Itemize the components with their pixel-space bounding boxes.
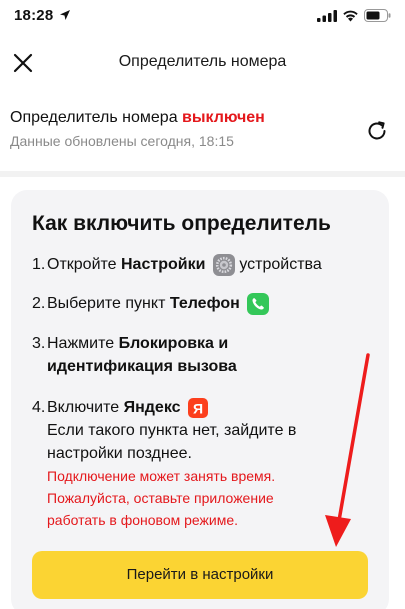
status-heading: Определитель номера выключен [10,109,340,127]
status-label: Определитель номера [10,109,178,126]
step-bold: Телефон [169,295,240,312]
wifi-icon [343,10,358,22]
step-number: 4. [32,399,46,416]
status-updated: Данные обновлены сегодня, 18:15 [10,133,234,149]
instructions-card: Как включить определитель 1. Откройте Нас… [11,190,389,609]
step-text: устройства [234,256,322,273]
card-title: Как включить определитель [32,212,331,235]
status-bar: 18:28 [0,0,405,34]
step-text: Выберите пункт [47,295,170,312]
step-text: настройки позднее. [47,445,192,462]
status-time: 18:28 [14,7,54,24]
step-text: Если такого пункта нет, зайдите в [47,422,297,439]
step-bold: Настройки [121,256,206,273]
caller-id-status: Определитель номера выключен Данные обно… [10,109,340,149]
step-text: Нажмите [47,335,119,352]
refresh-icon[interactable] [364,118,390,144]
step-number: 3. [32,335,46,352]
step-bold: Блокировка и [118,335,229,352]
svg-text:Я: Я [193,400,203,416]
battery-icon [364,9,391,22]
header: Определитель номера [0,38,405,88]
step-4: 4. Включите Яндекс Я Если такого пункта н… [32,396,362,465]
cellular-signal-icon [317,10,337,22]
section-divider [0,171,405,177]
settings-icon [212,253,235,276]
step-3: 3. Нажмите Блокировка и идентификация выз… [32,332,362,378]
warning-line: Пожалуйста, оставьте приложение [47,490,274,506]
open-settings-button[interactable]: Перейти в настройки [32,551,368,599]
step-text: Включите [47,399,124,416]
warning-line: Подключение может занять время. [47,468,276,484]
step-bold: Яндекс [123,399,181,416]
warning-line: работать в фоновом режиме. [47,512,239,528]
step-1: 1. Откройте Настройки устройства [32,253,322,276]
step-number: 2. [32,295,46,312]
step-text: Откройте [47,256,121,273]
step-2: 2. Выберите пункт Телефон [32,292,270,315]
page-title: Определитель номера [118,53,287,70]
step-bold: идентификация вызова [47,358,237,375]
yandex-app-icon: Я [187,397,208,418]
step-number: 1. [32,256,46,273]
location-arrow-icon [60,10,70,20]
warning-text: Подключение может занять время. Пожалуйс… [47,465,367,531]
phone-app-icon [247,292,270,315]
status-state: выключен [182,109,265,126]
